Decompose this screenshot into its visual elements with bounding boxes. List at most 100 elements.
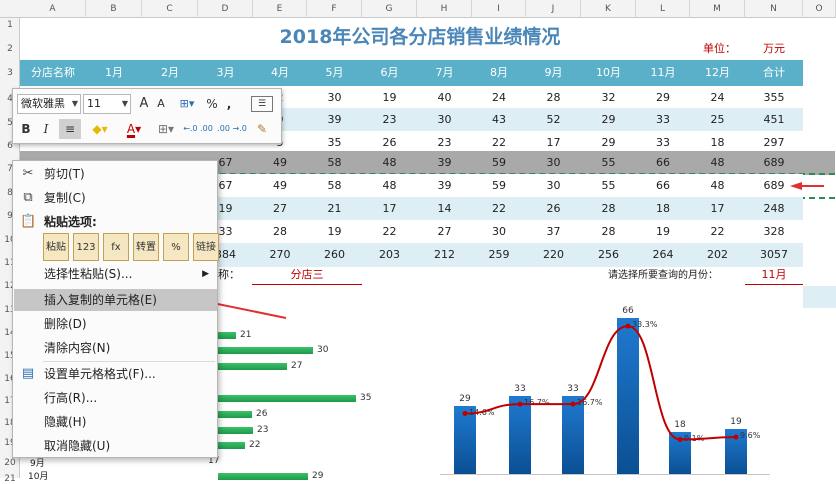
header-cell[interactable]: 6月: [362, 60, 417, 86]
cell[interactable]: 248: [745, 197, 803, 221]
header-cell[interactable]: 11月: [636, 60, 690, 86]
menu-item-hide[interactable]: 隐藏(H): [14, 411, 217, 433]
cell[interactable]: 18: [636, 197, 690, 221]
cell[interactable]: 28: [581, 197, 636, 221]
menu-item-insert-copied-cells[interactable]: 插入复制的单元格(E): [14, 289, 217, 311]
font-color-button[interactable]: A▾: [119, 119, 149, 139]
cell[interactable]: 39: [417, 174, 472, 198]
cell[interactable]: 26: [526, 197, 581, 221]
cell[interactable]: 58: [307, 174, 362, 198]
cell[interactable]: 30: [526, 174, 581, 198]
cell[interactable]: 28: [581, 220, 636, 244]
cell[interactable]: 17: [362, 197, 417, 221]
cell[interactable]: 40: [417, 86, 472, 110]
cell[interactable]: 25: [690, 108, 745, 132]
border-icon[interactable]: ⊞▾: [153, 119, 179, 139]
cell[interactable]: 28: [253, 220, 307, 244]
font-size-box[interactable]: 11 ▼: [83, 94, 131, 114]
percent-button[interactable]: %: [203, 94, 221, 114]
shrink-font-button[interactable]: A: [153, 94, 169, 114]
cell[interactable]: 21: [307, 197, 362, 221]
cell[interactable]: 27: [253, 197, 307, 221]
cell[interactable]: 28: [526, 86, 581, 110]
cell[interactable]: 55: [581, 151, 636, 175]
month-selector-value[interactable]: 11月: [745, 266, 803, 282]
cell[interactable]: 22: [472, 197, 526, 221]
cell[interactable]: 39: [307, 108, 362, 132]
col-d[interactable]: D: [198, 0, 253, 18]
cell[interactable]: 43: [472, 108, 526, 132]
cell[interactable]: 30: [307, 86, 362, 110]
cell[interactable]: 48: [690, 151, 745, 175]
cell[interactable]: 689: [745, 151, 803, 175]
col-j[interactable]: J: [526, 0, 581, 18]
cell[interactable]: 256: [581, 243, 636, 267]
cell[interactable]: 29: [636, 86, 690, 110]
menu-item-copy[interactable]: ⧉ 复制(C): [14, 187, 217, 209]
col-n[interactable]: N: [745, 0, 803, 18]
cell[interactable]: 202: [690, 243, 745, 267]
col-m[interactable]: M: [690, 0, 745, 18]
cell[interactable]: 33: [636, 108, 690, 132]
paste-formulas-icon[interactable]: fx: [103, 233, 129, 261]
table-icon[interactable]: ☰: [251, 96, 273, 112]
menu-item-unhide[interactable]: 取消隐藏(U): [14, 435, 217, 457]
col-g[interactable]: G: [362, 0, 417, 18]
col-c[interactable]: C: [142, 0, 198, 18]
cell[interactable]: 37: [526, 220, 581, 244]
cell[interactable]: 55: [581, 174, 636, 198]
paste-values-icon[interactable]: 123: [73, 233, 99, 261]
header-cell[interactable]: 合计: [745, 60, 803, 86]
col-b[interactable]: B: [86, 0, 142, 18]
cell[interactable]: 259: [472, 243, 526, 267]
cell[interactable]: 355: [745, 86, 803, 110]
cell[interactable]: 58: [307, 151, 362, 175]
col-e[interactable]: E: [253, 0, 307, 18]
col-i[interactable]: I: [472, 0, 526, 18]
cell[interactable]: 66: [636, 174, 690, 198]
store-selector-value[interactable]: 分店三: [252, 266, 362, 282]
cell[interactable]: 52: [526, 108, 581, 132]
header-cell[interactable]: 1月: [86, 60, 142, 86]
paste-link-icon[interactable]: 链接: [193, 233, 219, 261]
paste-formatting-icon[interactable]: %: [163, 233, 189, 261]
col-k[interactable]: K: [581, 0, 636, 18]
cell[interactable]: 59: [472, 174, 526, 198]
col-a[interactable]: A: [20, 0, 86, 18]
comma-button[interactable]: ,: [221, 94, 237, 114]
cell[interactable]: 30: [526, 151, 581, 175]
cell[interactable]: 270: [253, 243, 307, 267]
cell[interactable]: 22: [362, 220, 417, 244]
row-num[interactable]: 3: [0, 68, 20, 78]
cell[interactable]: 48: [362, 151, 417, 175]
row-num[interactable]: 2: [0, 44, 20, 54]
paste-transpose-icon[interactable]: 转置: [133, 233, 159, 261]
cell[interactable]: 220: [526, 243, 581, 267]
decrease-decimal-button[interactable]: .00 →.0: [217, 119, 247, 139]
format-painter-icon[interactable]: ✎: [251, 119, 273, 139]
cell[interactable]: 14: [417, 197, 472, 221]
cell[interactable]: 22: [690, 220, 745, 244]
row-num[interactable]: 21: [0, 474, 20, 484]
row-num[interactable]: 20: [0, 458, 20, 468]
cell[interactable]: 29: [581, 108, 636, 132]
cell[interactable]: 39: [417, 151, 472, 175]
header-cell[interactable]: 分店名称: [20, 60, 86, 86]
col-o[interactable]: O: [803, 0, 836, 18]
col-l[interactable]: L: [636, 0, 690, 18]
font-name-box[interactable]: 微软雅黑 ▼: [17, 94, 81, 114]
cell[interactable]: 212: [417, 243, 472, 267]
cell[interactable]: 30: [417, 108, 472, 132]
header-cell[interactable]: 12月: [690, 60, 745, 86]
cell[interactable]: 48: [690, 174, 745, 198]
header-cell[interactable]: 2月: [142, 60, 198, 86]
cell[interactable]: 17: [690, 197, 745, 221]
cell[interactable]: 24: [472, 86, 526, 110]
cell[interactable]: 328: [745, 220, 803, 244]
cell[interactable]: 49: [253, 174, 307, 198]
cell[interactable]: 48: [362, 174, 417, 198]
cell[interactable]: 59: [472, 151, 526, 175]
italic-button[interactable]: I: [37, 119, 55, 139]
format-cells-icon[interactable]: ⊞▾: [173, 94, 201, 114]
bold-button[interactable]: B: [17, 119, 35, 139]
